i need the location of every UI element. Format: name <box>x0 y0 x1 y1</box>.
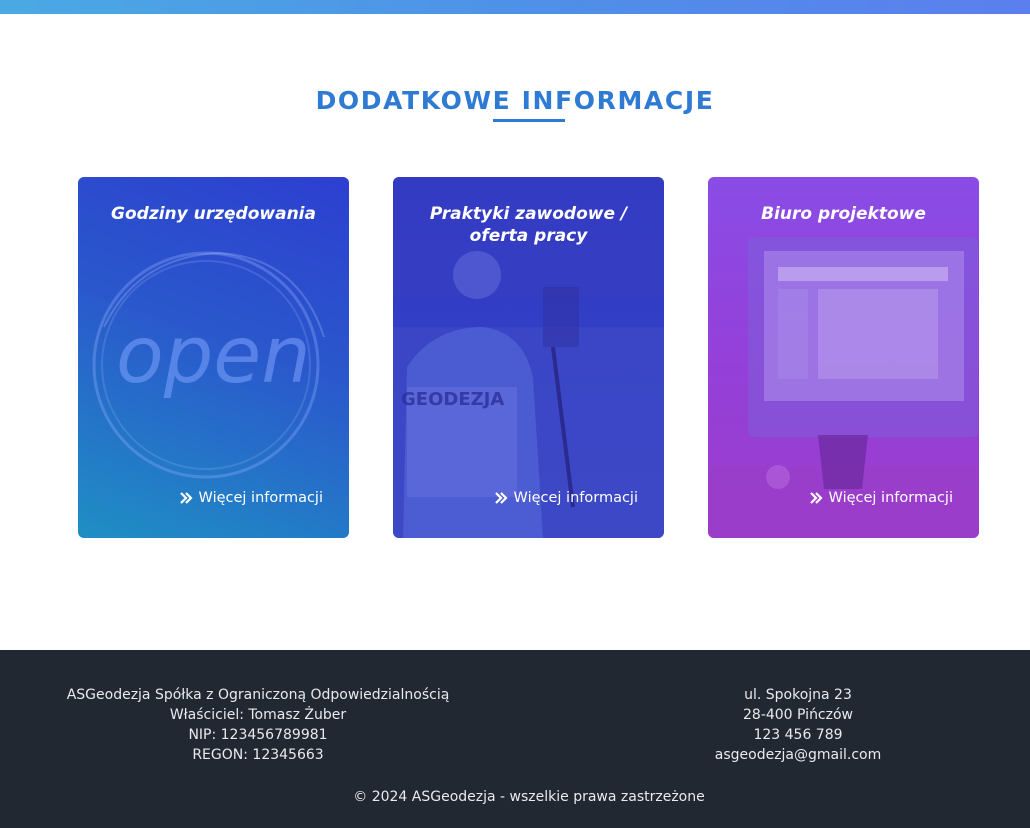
top-accent-bar <box>0 0 1030 14</box>
street-address: ul. Spokojna 23 <box>744 687 852 703</box>
card-title: Biuro projektowe <box>761 204 926 224</box>
city-address: 28-400 Pińczów <box>743 707 853 723</box>
regon-number: REGON: 12345663 <box>192 747 324 763</box>
svg-text:GEODEZJA: GEODEZJA <box>401 389 504 410</box>
open-sign-image: open <box>92 251 325 479</box>
double-chevron-right-icon <box>179 492 193 504</box>
email-address[interactable]: asgeodezja@gmail.com <box>648 745 948 765</box>
more-info-link[interactable]: Więcej informacji <box>809 490 953 506</box>
card-title: Godziny urzędowania <box>111 204 316 224</box>
card-internships-jobs[interactable]: GEODEZJA Praktyki zawodowe / oferta prac… <box>393 177 664 538</box>
card-title: Praktyki zawodowe / oferta pracy <box>429 204 628 246</box>
phone-number: 123 456 789 <box>753 727 843 743</box>
more-info-link[interactable]: Więcej informacji <box>494 490 638 506</box>
footer: ASGeodezja Spółka z Ograniczoną Odpowied… <box>0 650 1030 828</box>
double-chevron-right-icon <box>809 492 823 504</box>
svg-text:open: open <box>116 311 311 401</box>
owner-name: Właściciel: Tomasz Żuber <box>169 707 347 723</box>
title-underline <box>493 119 565 122</box>
nip-number: NIP: 123456789981 <box>188 727 328 743</box>
card-design-office[interactable]: Biuro projektowe Więcej informacji <box>708 177 979 538</box>
double-chevron-right-icon <box>494 492 508 504</box>
company-name: ASGeodezja Spółka z Ograniczoną Odpowied… <box>66 687 450 703</box>
company-info: ASGeodezja Spółka z Ograniczoną Odpowied… <box>40 685 476 765</box>
copyright: © 2024 ASGeodezja - wszelkie prawa zastr… <box>353 789 705 805</box>
more-info-link[interactable]: Więcej informacji <box>179 490 323 506</box>
contact-info: ul. Spokojna 23 28-400 Pińczów 123 456 7… <box>648 685 948 765</box>
card-office-hours[interactable]: open Godziny urzędowania Więcej informac… <box>78 177 349 538</box>
computer-desk-photo <box>708 237 979 538</box>
section-title: DODATKOWE INFORMACJE <box>315 86 715 115</box>
